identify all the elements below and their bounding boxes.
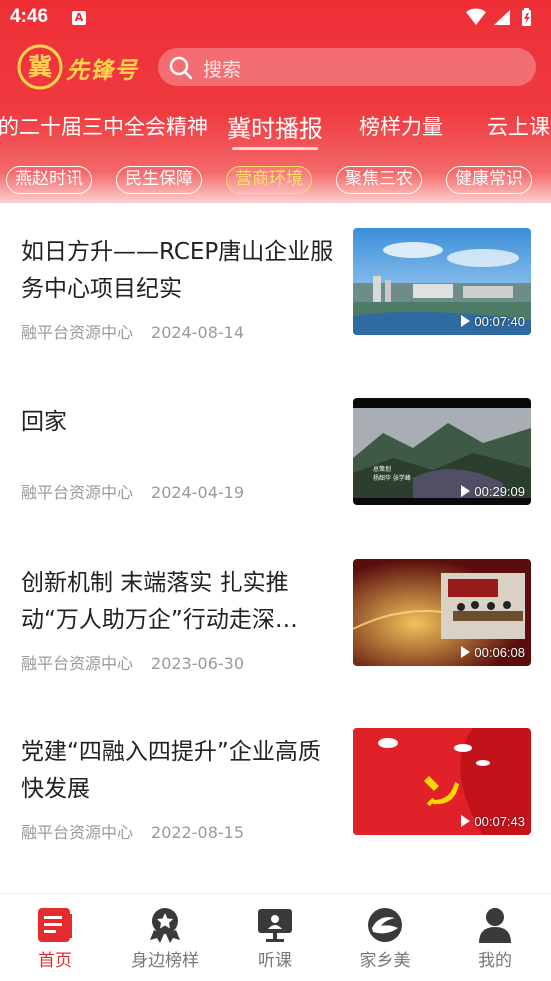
article-item[interactable]: 如日方升——RCEP唐山企业服务中心项目纪实 融平台资源中心 2024-08-14 (0, 228, 551, 398)
nav-home[interactable]: 首页 (0, 906, 110, 971)
nav-role-models[interactable]: 身边榜样 (110, 906, 220, 971)
bottom-navigation: 首页 身边榜样 听课 家乡美 我的 (0, 893, 551, 981)
nav-lecture[interactable]: 听课 (220, 906, 330, 971)
video-duration: 00:07:43 (461, 814, 525, 829)
article-item[interactable]: 回家 融平台资源中心 2024-04-19 总策划 杨韶华 张学峰 00:29:0… (0, 398, 551, 568)
article-date: 2024-04-19 (151, 483, 244, 502)
video-duration: 00:07:40 (461, 314, 525, 329)
tab-indicator (232, 147, 318, 150)
search-bar[interactable]: 搜索 (158, 48, 536, 86)
nav-label: 身边榜样 (131, 951, 199, 971)
tab-cloud-class[interactable]: 云上课 (487, 111, 550, 141)
tab-news[interactable]: 冀时播报 (227, 109, 323, 144)
article-date: 2022-08-15 (151, 823, 244, 842)
nav-label: 首页 (38, 951, 72, 971)
article-source: 融平台资源中心 (21, 654, 134, 673)
article-meta: 融平台资源中心 2023-06-30 (21, 650, 244, 674)
play-icon (461, 815, 471, 827)
article-date: 2024-08-14 (151, 323, 244, 342)
article-source: 融平台资源中心 (21, 323, 134, 342)
notification-a-icon: A (72, 11, 86, 25)
status-bar: 4:46 A (0, 0, 551, 36)
app-header: 4:46 A 冀 先锋号 搜索 的二十届三中全会精神 冀时播报 榜样力量 云上课… (0, 0, 551, 203)
video-duration: 00:06:08 (461, 645, 525, 660)
chip-business-environment[interactable]: 营商环境 (226, 166, 312, 194)
article-meta: 融平台资源中心 2022-08-15 (21, 819, 244, 843)
chip-health[interactable]: 健康常识 (446, 166, 532, 194)
article-meta: 融平台资源中心 2024-08-14 (21, 319, 244, 343)
article-thumbnail[interactable]: 00:07:40 (353, 228, 531, 335)
play-icon (461, 646, 471, 658)
hometown-swirl-icon (368, 908, 402, 942)
lecture-screen-icon (258, 909, 292, 942)
play-icon (461, 485, 471, 497)
chip-livelihood[interactable]: 民生保障 (116, 166, 202, 194)
article-title[interactable]: 党建“四融入四提升”企业高质快发展 (21, 734, 336, 808)
article-thumbnail[interactable]: 00:06:08 (353, 559, 531, 666)
status-time: 4:46 (10, 6, 49, 27)
logo-emblem-icon: 冀 (17, 44, 63, 90)
video-duration: 00:29:09 (461, 484, 525, 499)
home-list-icon (38, 908, 72, 942)
article-title[interactable]: 如日方升——RCEP唐山企业服务中心项目纪实 (21, 234, 336, 308)
thumb-caption-1: 总策划 (373, 465, 391, 473)
chip-yanzhao-news[interactable]: 燕赵时讯 (6, 166, 92, 194)
article-source: 融平台资源中心 (21, 823, 134, 842)
sub-category-chips: 燕赵时讯 民生保障 营商环境 聚焦三农 健康常识 (0, 166, 551, 196)
play-icon (461, 315, 471, 327)
thumb-caption-2: 杨韶华 张学峰 (373, 474, 411, 482)
app-logo[interactable]: 冀 先锋号 (16, 43, 146, 93)
wifi-signal-battery-icon (466, 8, 531, 26)
article-item[interactable]: 党建“四融入四提升”企业高质快发展 融平台资源中心 2022-08-15 00:0… (0, 728, 551, 898)
user-icon (479, 908, 511, 943)
article-source: 融平台资源中心 (21, 483, 134, 502)
nav-label: 家乡美 (359, 951, 411, 971)
nav-label: 我的 (478, 951, 512, 971)
nav-label: 听课 (258, 951, 292, 971)
nav-hometown[interactable]: 家乡美 (330, 906, 440, 971)
article-date: 2023-06-30 (151, 654, 244, 673)
search-icon (169, 56, 193, 80)
tab-role-models[interactable]: 榜样力量 (359, 111, 443, 141)
tab-plenum[interactable]: 的二十届三中全会精神 (0, 111, 208, 141)
article-item[interactable]: 创新机制 末端落实 扎实推动“万人助万企”行动走深… 融平台资源中心 2023-0… (0, 559, 551, 729)
category-tabs: 的二十届三中全会精神 冀时播报 榜样力量 云上课 (0, 105, 551, 149)
status-icons (464, 8, 539, 32)
article-title[interactable]: 回家 (21, 404, 336, 441)
badge-star-icon (150, 908, 180, 943)
article-thumbnail[interactable]: 00:07:43 (353, 728, 531, 835)
logo-text: 先锋号 (66, 57, 138, 84)
logo-char: 冀 (28, 52, 52, 81)
article-thumbnail[interactable]: 总策划 杨韶华 张学峰 00:29:09 (353, 398, 531, 505)
article-title[interactable]: 创新机制 末端落实 扎实推动“万人助万企”行动走深… (21, 565, 336, 639)
article-meta: 融平台资源中心 2024-04-19 (21, 479, 244, 503)
search-placeholder: 搜索 (203, 59, 242, 81)
chip-agriculture[interactable]: 聚焦三农 (336, 166, 422, 194)
nav-mine[interactable]: 我的 (440, 906, 550, 971)
